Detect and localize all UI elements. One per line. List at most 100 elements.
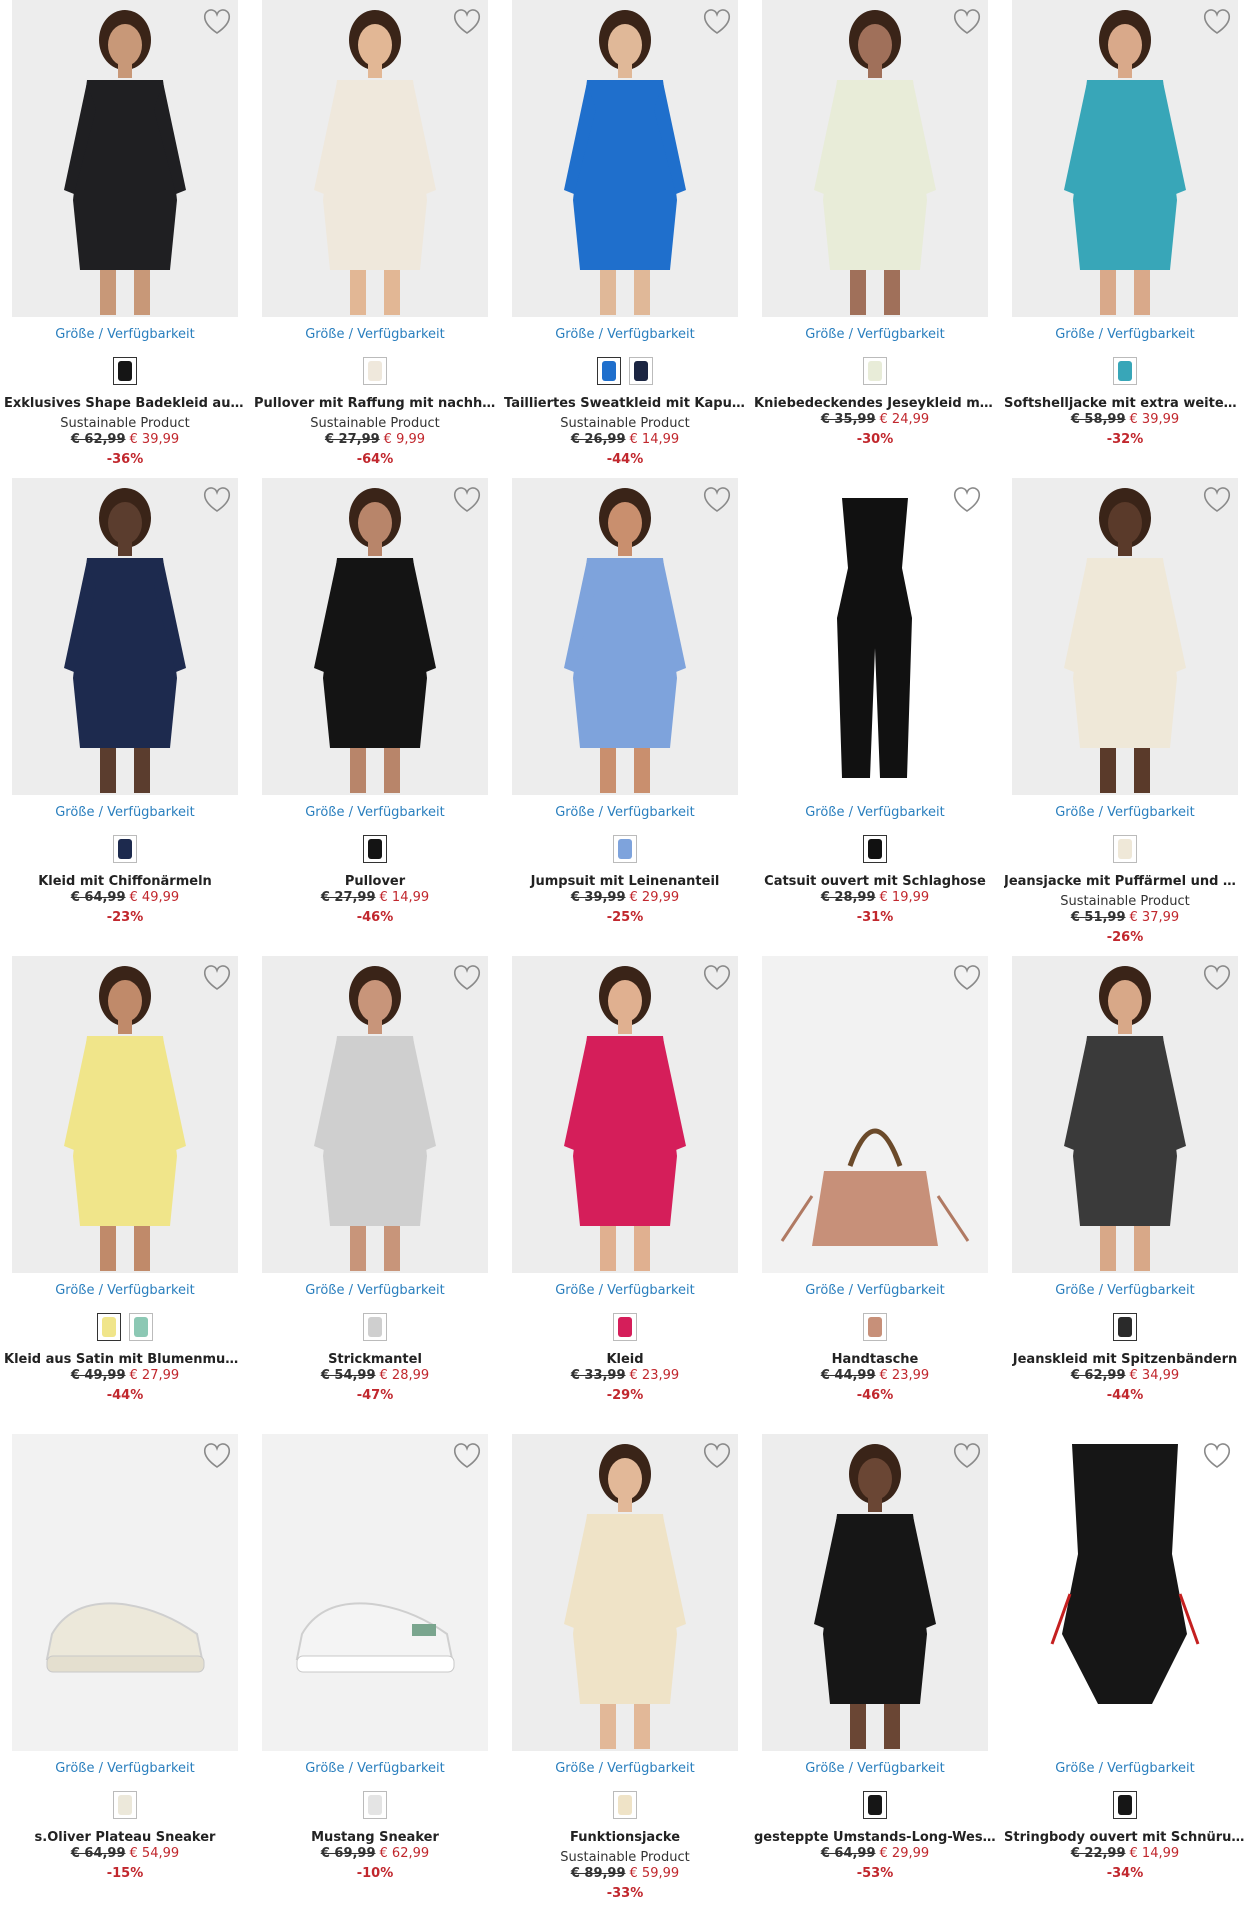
- color-swatch[interactable]: [97, 1313, 121, 1341]
- size-availability-link[interactable]: Größe / Verfügbarkeit: [1012, 805, 1238, 820]
- product-title[interactable]: Jeansjacke mit Puffärmel und Gürtel: [1004, 874, 1246, 889]
- product-card[interactable]: Größe / Verfügbarkeit Jeanskleid mit Spit…: [1012, 956, 1250, 1434]
- color-swatch[interactable]: [613, 835, 637, 863]
- size-availability-link[interactable]: Größe / Verfügbarkeit: [762, 1761, 988, 1776]
- product-title[interactable]: Softshelljacke mit extra weitem Är...: [1004, 396, 1246, 411]
- product-image[interactable]: [762, 0, 988, 317]
- size-availability-link[interactable]: Größe / Verfügbarkeit: [12, 805, 238, 820]
- product-title[interactable]: Jeanskleid mit Spitzenbändern: [1004, 1352, 1246, 1367]
- product-image[interactable]: [762, 956, 988, 1273]
- wishlist-heart-icon[interactable]: [1202, 1442, 1232, 1470]
- color-swatch[interactable]: [363, 835, 387, 863]
- color-swatch[interactable]: [863, 1313, 887, 1341]
- product-card[interactable]: Größe / Verfügbarkeit Catsuit ouvert mit …: [762, 478, 1012, 956]
- color-swatch[interactable]: [1113, 1313, 1137, 1341]
- wishlist-heart-icon[interactable]: [452, 8, 482, 36]
- size-availability-link[interactable]: Größe / Verfügbarkeit: [762, 327, 988, 342]
- product-card[interactable]: Größe / Verfügbarkeit Pullover € 27,99 € 14…: [262, 478, 512, 956]
- product-card[interactable]: Größe / Verfügbarkeit Handtasche € 44,99 € …: [762, 956, 1012, 1434]
- product-card[interactable]: Größe / Verfügbarkeit Jumpsuit mit Leinen…: [512, 478, 762, 956]
- wishlist-heart-icon[interactable]: [952, 964, 982, 992]
- color-swatch[interactable]: [613, 1791, 637, 1819]
- product-title[interactable]: s.Oliver Plateau Sneaker: [4, 1830, 246, 1845]
- product-title[interactable]: Pullover: [254, 874, 496, 889]
- size-availability-link[interactable]: Größe / Verfügbarkeit: [262, 1761, 488, 1776]
- product-title[interactable]: Kleid mit Chiffonärmeln: [4, 874, 246, 889]
- product-image[interactable]: [1012, 956, 1238, 1273]
- product-title[interactable]: Kleid aus Satin mit Blumenmuster: [4, 1352, 246, 1367]
- color-swatch[interactable]: [613, 1313, 637, 1341]
- color-swatch[interactable]: [1113, 835, 1137, 863]
- color-swatch[interactable]: [129, 1313, 153, 1341]
- product-card[interactable]: Größe / Verfügbarkeit Strickmantel € 54,99…: [262, 956, 512, 1434]
- wishlist-heart-icon[interactable]: [702, 1442, 732, 1470]
- product-title[interactable]: Pullover mit Raffung mit nachhalti...: [254, 396, 496, 411]
- size-availability-link[interactable]: Größe / Verfügbarkeit: [12, 1761, 238, 1776]
- product-card[interactable]: Größe / Verfügbarkeit Kleid aus Satin mit…: [4, 956, 262, 1434]
- product-card[interactable]: Größe / Verfügbarkeit Tailliertes Sweatkl…: [504, 0, 762, 478]
- product-title[interactable]: Tailliertes Sweatkleid mit Kapuze: [504, 396, 746, 411]
- product-image[interactable]: [512, 1434, 738, 1751]
- product-title[interactable]: Catsuit ouvert mit Schlaghose: [754, 874, 996, 889]
- product-image[interactable]: [262, 0, 488, 317]
- wishlist-heart-icon[interactable]: [452, 486, 482, 514]
- wishlist-heart-icon[interactable]: [1202, 964, 1232, 992]
- size-availability-link[interactable]: Größe / Verfügbarkeit: [1012, 1761, 1238, 1776]
- wishlist-heart-icon[interactable]: [452, 1442, 482, 1470]
- product-image[interactable]: [512, 956, 738, 1273]
- wishlist-heart-icon[interactable]: [202, 964, 232, 992]
- product-title[interactable]: Jumpsuit mit Leinenanteil: [504, 874, 746, 889]
- wishlist-heart-icon[interactable]: [202, 8, 232, 36]
- wishlist-heart-icon[interactable]: [952, 8, 982, 36]
- product-card[interactable]: Größe / Verfügbarkeit Stringbody ouvert m…: [1004, 1434, 1250, 1912]
- product-title[interactable]: Exklusives Shape Badekleid aus rec...: [4, 396, 246, 411]
- size-availability-link[interactable]: Größe / Verfügbarkeit: [512, 1761, 738, 1776]
- product-card[interactable]: Größe / Verfügbarkeit Funktionsjacke Susta…: [512, 1434, 762, 1912]
- product-image[interactable]: [512, 0, 738, 317]
- product-image[interactable]: [1012, 0, 1238, 317]
- wishlist-heart-icon[interactable]: [452, 964, 482, 992]
- product-title[interactable]: Strickmantel: [254, 1352, 496, 1367]
- product-image[interactable]: [12, 478, 238, 795]
- color-swatch[interactable]: [629, 357, 653, 385]
- wishlist-heart-icon[interactable]: [202, 486, 232, 514]
- product-card[interactable]: Größe / Verfügbarkeit Mustang Sneaker € 69…: [262, 1434, 512, 1912]
- color-swatch[interactable]: [113, 835, 137, 863]
- product-image[interactable]: [512, 478, 738, 795]
- product-image[interactable]: [12, 956, 238, 1273]
- size-availability-link[interactable]: Größe / Verfügbarkeit: [512, 805, 738, 820]
- size-availability-link[interactable]: Größe / Verfügbarkeit: [512, 1283, 738, 1298]
- color-swatch[interactable]: [863, 357, 887, 385]
- color-swatch[interactable]: [363, 1313, 387, 1341]
- product-image[interactable]: [1012, 1434, 1238, 1751]
- wishlist-heart-icon[interactable]: [1202, 8, 1232, 36]
- size-availability-link[interactable]: Größe / Verfügbarkeit: [1012, 327, 1238, 342]
- product-image[interactable]: [762, 478, 988, 795]
- size-availability-link[interactable]: Größe / Verfügbarkeit: [12, 327, 238, 342]
- product-card[interactable]: Größe / Verfügbarkeit Kniebedeckendes Jes…: [754, 0, 1012, 478]
- color-swatch[interactable]: [363, 357, 387, 385]
- color-swatch[interactable]: [1113, 1791, 1137, 1819]
- product-card[interactable]: Größe / Verfügbarkeit s.Oliver Plateau Sn…: [12, 1434, 262, 1912]
- wishlist-heart-icon[interactable]: [702, 964, 732, 992]
- product-image[interactable]: [1012, 478, 1238, 795]
- wishlist-heart-icon[interactable]: [952, 1442, 982, 1470]
- wishlist-heart-icon[interactable]: [702, 486, 732, 514]
- product-card[interactable]: Größe / Verfügbarkeit Softshelljacke mit …: [1004, 0, 1250, 478]
- size-availability-link[interactable]: Größe / Verfügbarkeit: [262, 805, 488, 820]
- color-swatch[interactable]: [863, 835, 887, 863]
- product-card[interactable]: Größe / Verfügbarkeit Exklusives Shape Ba…: [4, 0, 262, 478]
- product-title[interactable]: Funktionsjacke: [504, 1830, 746, 1845]
- wishlist-heart-icon[interactable]: [952, 486, 982, 514]
- product-card[interactable]: Größe / Verfügbarkeit Jeansjacke mit Puff…: [1004, 478, 1250, 956]
- product-title[interactable]: Kniebedeckendes Jeseykleid mit se...: [754, 396, 996, 411]
- color-swatch[interactable]: [597, 357, 621, 385]
- product-title[interactable]: Mustang Sneaker: [254, 1830, 496, 1845]
- size-availability-link[interactable]: Größe / Verfügbarkeit: [262, 327, 488, 342]
- wishlist-heart-icon[interactable]: [1202, 486, 1232, 514]
- product-title[interactable]: Handtasche: [754, 1352, 996, 1367]
- color-swatch[interactable]: [863, 1791, 887, 1819]
- product-card[interactable]: Größe / Verfügbarkeit Kleid mit Chiffonär…: [12, 478, 262, 956]
- size-availability-link[interactable]: Größe / Verfügbarkeit: [762, 1283, 988, 1298]
- size-availability-link[interactable]: Größe / Verfügbarkeit: [12, 1283, 238, 1298]
